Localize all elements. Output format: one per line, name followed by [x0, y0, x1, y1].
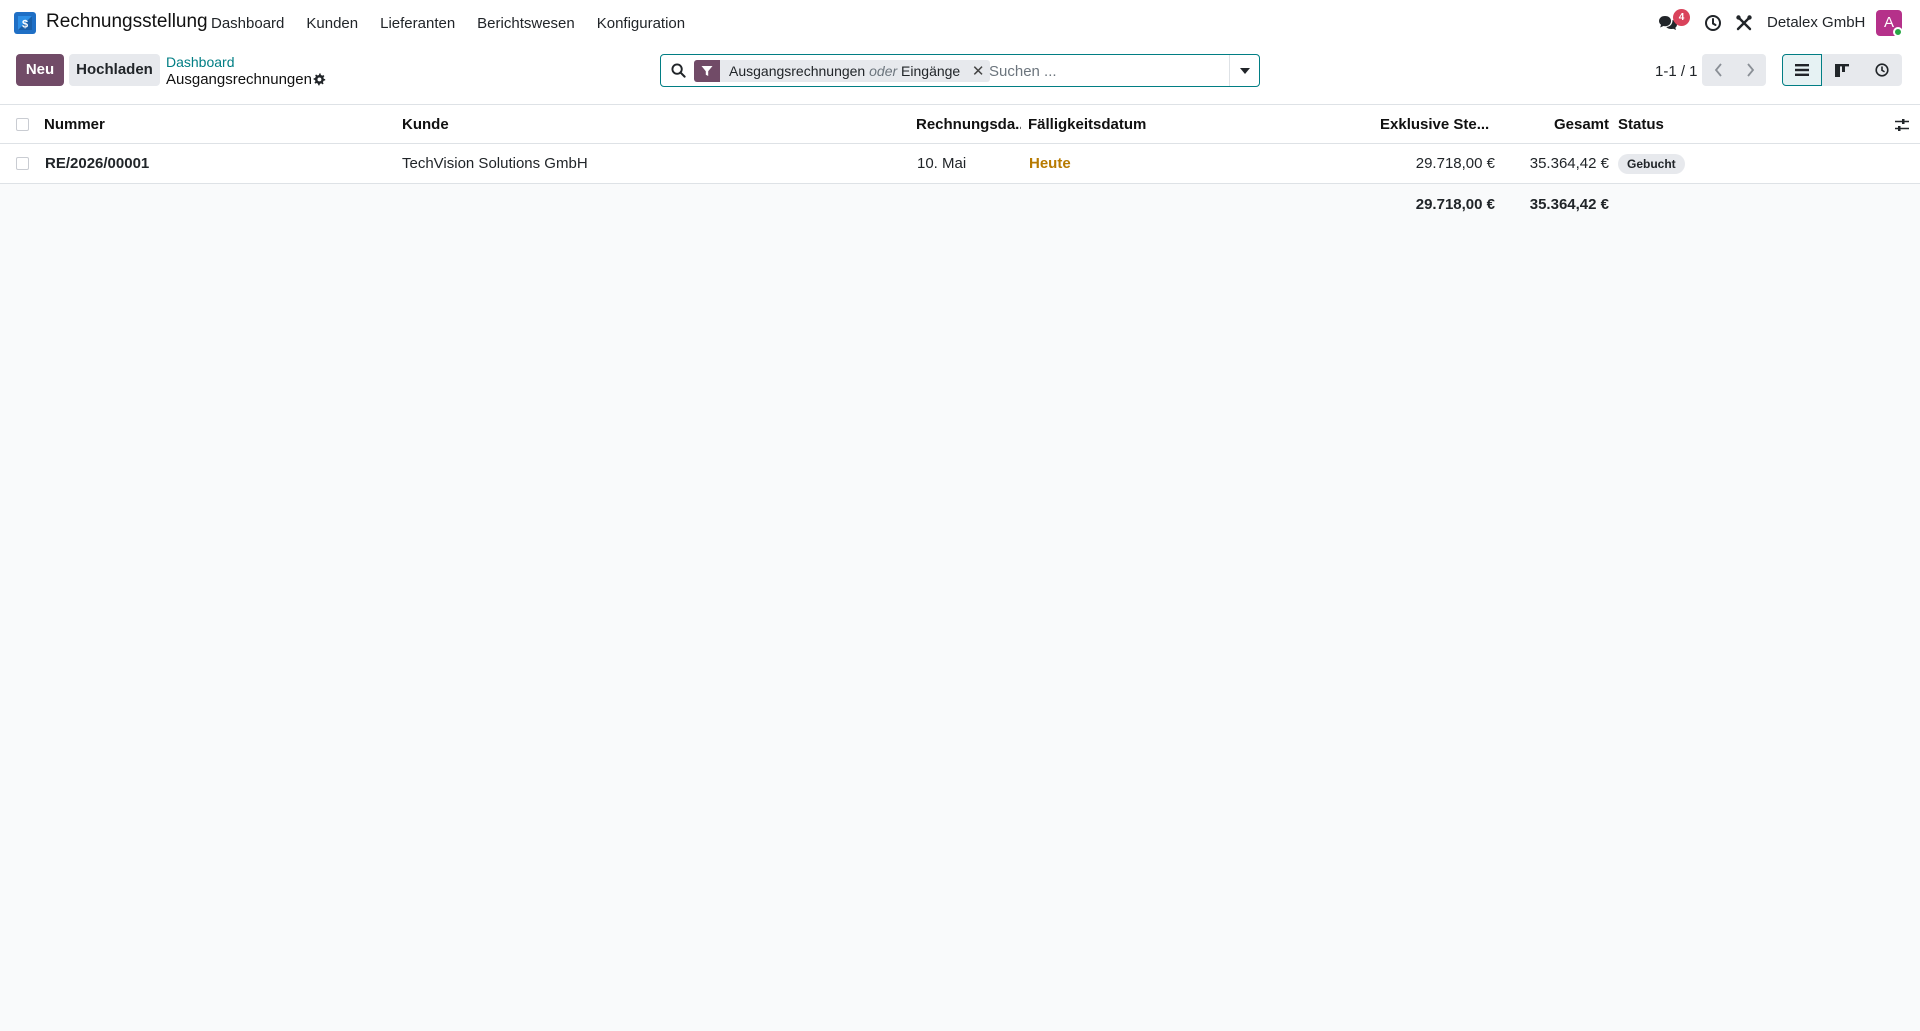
col-total-header[interactable]: Gesamt — [1500, 105, 1609, 143]
facet-label: Ausgangsrechnungen oder Eingänge — [720, 63, 968, 79]
kanban-view-icon — [1835, 63, 1849, 77]
pager-previous-button[interactable] — [1702, 54, 1734, 86]
search-icon[interactable] — [671, 63, 686, 78]
invoicing-app-icon[interactable]: $ — [14, 12, 36, 34]
select-all-cell — [16, 105, 29, 143]
cell-untaxed: 29.718,00 € — [1415, 155, 1495, 172]
company-switcher[interactable]: Detalex GmbH — [1767, 14, 1865, 31]
kanban-view-button[interactable] — [1822, 54, 1862, 86]
col-status-header[interactable]: Status — [1618, 105, 1818, 143]
app-name[interactable]: Rechnungsstellung — [46, 11, 208, 33]
optional-columns-icon[interactable] — [1894, 117, 1910, 133]
clock-icon — [1875, 63, 1889, 77]
row-checkbox[interactable] — [16, 157, 29, 170]
facet-value: Eingänge — [901, 63, 961, 79]
search-input[interactable] — [989, 61, 1209, 81]
invoice-list: Nummer Kunde Rechnungsda... Fälligkeitsd… — [0, 105, 1920, 224]
page-title: Ausgangsrechnungen — [166, 71, 312, 88]
chevron-left-icon — [1714, 63, 1722, 77]
pager-value[interactable]: 1-1 / 1 — [1655, 63, 1698, 80]
cell-customer: TechVision Solutions GmbH — [402, 155, 588, 172]
total-untaxed: 29.718,00 € — [1415, 195, 1495, 213]
messages-count-badge: 4 — [1673, 9, 1690, 26]
table-footer-totals: 29.718,00 € 35.364,42 € — [0, 184, 1920, 224]
pager-next-button[interactable] — [1734, 54, 1766, 86]
cell-due-date: Heute — [1029, 155, 1071, 172]
menu-konfiguration[interactable]: Konfiguration — [586, 15, 696, 32]
facet-separator: oder — [869, 63, 898, 79]
breadcrumb-dashboard[interactable]: Dashboard — [166, 54, 235, 70]
select-all-checkbox[interactable] — [16, 117, 29, 131]
cell-status: Gebucht — [1618, 144, 1818, 183]
new-button[interactable]: Neu — [16, 54, 64, 86]
activity-clock-icon[interactable] — [1704, 14, 1722, 32]
debug-tools-icon[interactable] — [1735, 14, 1753, 32]
table-row[interactable]: RE/2026/00001 TechVision Solutions GmbH … — [0, 144, 1920, 184]
menu-berichtswesen[interactable]: Berichtswesen — [466, 15, 586, 32]
control-panel: Neu Hochladen Dashboard Ausgangsrechnung… — [0, 46, 1920, 105]
cell-number: RE/2026/00001 — [45, 155, 150, 172]
col-customer-header[interactable]: Kunde — [402, 105, 902, 143]
list-view-icon — [1795, 64, 1809, 76]
gear-icon[interactable] — [313, 73, 326, 86]
chevron-right-icon — [1746, 63, 1754, 77]
caret-down-icon — [1239, 67, 1250, 74]
menu-kunden[interactable]: Kunden — [295, 15, 369, 32]
cell-invoice-date: 10. Mai — [917, 155, 967, 172]
facet-value: Ausgangsrechnungen — [729, 63, 866, 79]
search-options-toggle[interactable] — [1229, 55, 1259, 86]
search-facet: Ausgangsrechnungen oder Eingänge ✕ — [694, 60, 991, 82]
main-menu: Dashboard Kunden Lieferanten Berichtswes… — [211, 0, 696, 46]
total-amount: 35.364,42 € — [1529, 195, 1609, 213]
svg-text:$: $ — [22, 19, 28, 31]
col-untaxed-header[interactable]: Exklusive Ste... — [1380, 105, 1490, 143]
filter-icon — [694, 60, 720, 82]
search-bar: Ausgangsrechnungen oder Eingänge ✕ — [660, 54, 1260, 87]
facet-remove-icon[interactable]: ✕ — [968, 62, 988, 80]
menu-dashboard[interactable]: Dashboard — [211, 15, 295, 32]
row-select-cell — [16, 144, 29, 183]
activity-view-button[interactable] — [1862, 54, 1902, 86]
col-number-header[interactable]: Nummer — [44, 105, 384, 143]
status-badge: Gebucht — [1618, 153, 1685, 174]
menu-lieferanten[interactable]: Lieferanten — [369, 15, 466, 32]
upload-button[interactable]: Hochladen — [69, 54, 160, 86]
cell-total: 35.364,42 € — [1529, 155, 1609, 172]
col-due-date-header[interactable]: Fälligkeitsdatum — [1028, 105, 1228, 143]
col-invoice-date-header[interactable]: Rechnungsda... — [916, 105, 1021, 143]
online-status-dot — [1893, 27, 1903, 37]
top-navbar: $ Rechnungsstellung Dashboard Kunden Lie… — [0, 0, 1920, 46]
table-header: Nummer Kunde Rechnungsda... Fälligkeitsd… — [0, 105, 1920, 144]
list-view-button[interactable] — [1782, 54, 1822, 86]
